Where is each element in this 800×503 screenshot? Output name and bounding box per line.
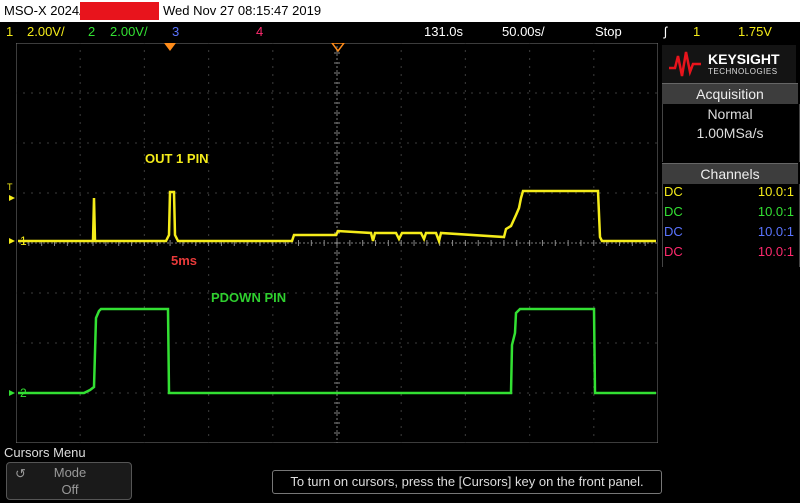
ch3-coupling: DC bbox=[664, 224, 683, 239]
acquisition-sample-rate: 1.00MSa/s bbox=[696, 125, 764, 141]
trigger-level-arrow-icon[interactable] bbox=[9, 195, 15, 201]
redacted-serial bbox=[80, 2, 159, 20]
ch4-number[interactable]: 4 bbox=[256, 24, 263, 39]
ch2-coupling: DC bbox=[664, 204, 683, 219]
ch2-number[interactable]: 2 bbox=[88, 24, 95, 39]
instrument-model: MSO-X 2024A, bbox=[4, 3, 92, 18]
ch1-coupling: DC bbox=[664, 184, 683, 199]
ch2-ground-arrow-icon[interactable] bbox=[9, 390, 15, 396]
ch3-probe: 10.0:1 bbox=[757, 224, 794, 239]
ch1-probe: 10.0:1 bbox=[757, 184, 794, 199]
delay-reference-marker-icon[interactable] bbox=[328, 43, 348, 53]
channel-row-1[interactable]: DC 10.0:1 bbox=[664, 182, 796, 202]
left-marker-strip: T bbox=[7, 182, 15, 396]
ch2-ground-label: 2 bbox=[20, 386, 27, 400]
timebase-scale[interactable]: 50.00s/ bbox=[502, 24, 545, 39]
ch1-ground-arrow-icon[interactable] bbox=[9, 238, 15, 244]
screenshot-datetime: Wed Nov 27 08:15:47 2019 bbox=[163, 3, 322, 18]
annotation-5ms: 5ms bbox=[171, 253, 198, 268]
ch1-number[interactable]: 1 bbox=[6, 24, 13, 39]
ch4-coupling: DC bbox=[664, 244, 683, 259]
annotation-pdown-pin: PDOWN PIN bbox=[211, 290, 287, 305]
horizontal-delay[interactable]: 131.0s bbox=[424, 24, 463, 39]
run-state[interactable]: Stop bbox=[595, 24, 622, 39]
softkey-mode-label: Mode bbox=[53, 465, 87, 480]
keysight-wave-icon bbox=[669, 51, 701, 77]
channels-header[interactable]: Channels bbox=[662, 163, 798, 184]
logo-text-keysight: KEYSIGHT bbox=[708, 51, 780, 67]
ch1-ground-label: 1 bbox=[20, 234, 27, 248]
waveform-display[interactable] bbox=[16, 43, 658, 443]
cursor-hint-message: To turn on cursors, press the [Cursors] … bbox=[272, 470, 662, 494]
cursors-menu-title: Cursors Menu bbox=[4, 445, 86, 460]
trigger-level-marker[interactable]: T bbox=[7, 182, 13, 192]
channel-row-4[interactable]: DC 10.0:1 bbox=[664, 242, 796, 262]
ch2-scale[interactable]: 2.00V/ bbox=[110, 24, 148, 39]
acquisition-header[interactable]: Acquisition bbox=[662, 83, 798, 104]
channel-row-2[interactable]: DC 10.0:1 bbox=[664, 202, 796, 222]
acquisition-mode: Normal bbox=[707, 106, 753, 122]
trigger-edge-icon: ʃ bbox=[664, 24, 667, 39]
keysight-logo: KEYSIGHT TECHNOLOGIES bbox=[662, 45, 796, 83]
channel-row-3[interactable]: DC 10.0:1 bbox=[664, 222, 796, 242]
ch2-probe: 10.0:1 bbox=[757, 204, 794, 219]
softkey-mode-value: Off bbox=[61, 482, 79, 497]
annotation-out1-pin: OUT 1 PIN bbox=[145, 151, 209, 166]
trigger-level[interactable]: 1.75V bbox=[738, 24, 772, 39]
status-bar: 1 2.00V/ 2 2.00V/ 3 4 131.0s 50.00s/ Sto… bbox=[0, 22, 800, 42]
ch3-number[interactable]: 3 bbox=[172, 24, 179, 39]
ch4-probe: 10.0:1 bbox=[757, 244, 794, 259]
trigger-channel[interactable]: 1 bbox=[693, 24, 700, 39]
trigger-position-marker-icon[interactable] bbox=[160, 43, 180, 53]
cursor-mode-softkey[interactable]: ↺ Mode Off bbox=[6, 462, 132, 500]
logo-text-technologies: TECHNOLOGIES bbox=[708, 67, 778, 76]
ch1-scale[interactable]: 2.00V/ bbox=[27, 24, 65, 39]
